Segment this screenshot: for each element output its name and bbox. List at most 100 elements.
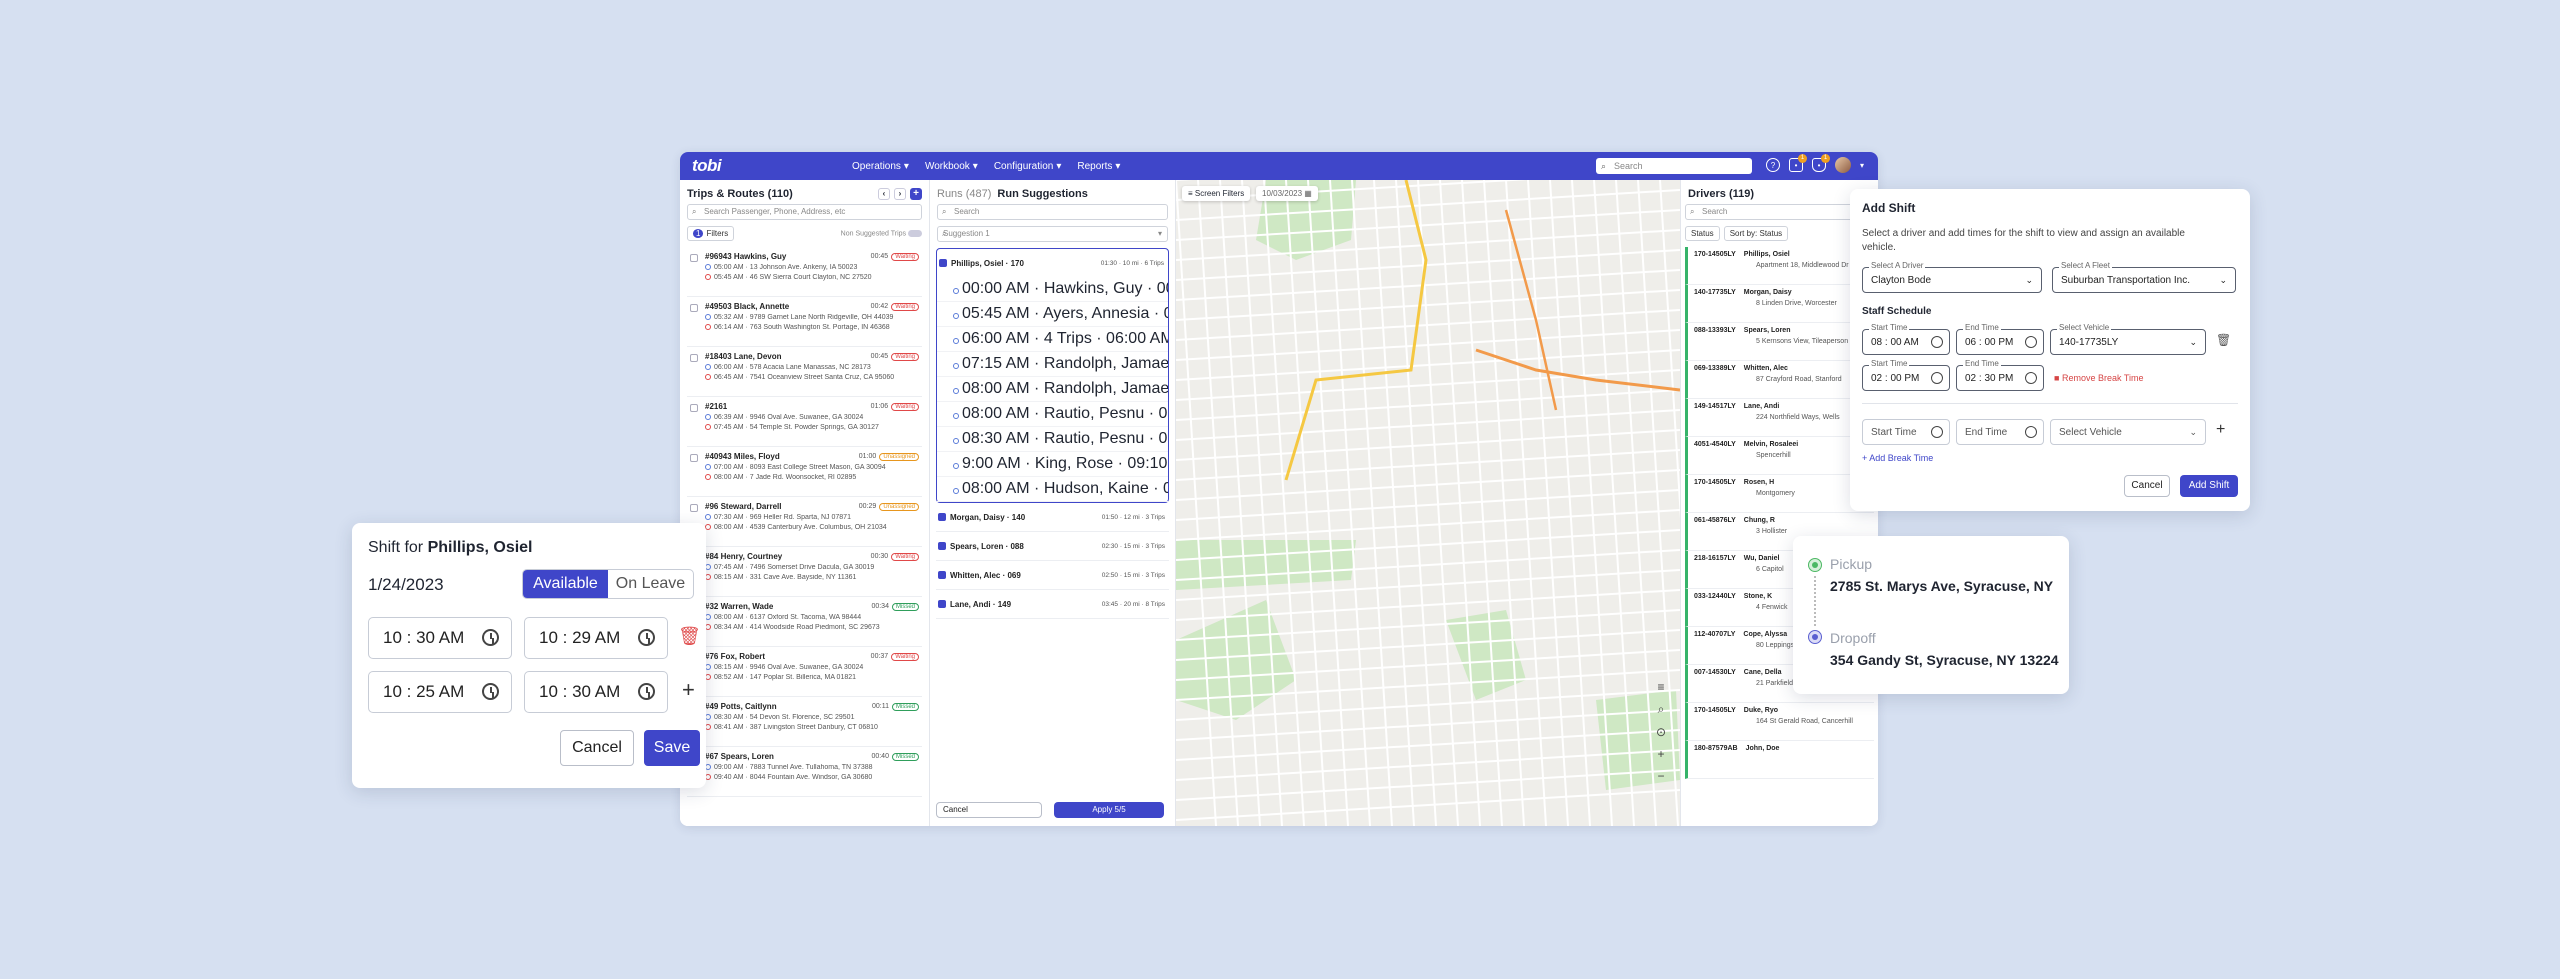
zoom-search-icon[interactable]: ⌕ bbox=[1650, 702, 1672, 717]
add-shift-submit-button[interactable]: Add Shift bbox=[2180, 475, 2238, 497]
shift-cancel-button[interactable]: Cancel bbox=[560, 730, 634, 766]
row3-end-time[interactable]: End Time bbox=[1956, 419, 2044, 445]
apply-button[interactable]: Apply 5/5 bbox=[1054, 802, 1164, 818]
stop-item[interactable]: 08:00 AM · Rautio, Pesnu · 08:05 AM · 40… bbox=[937, 402, 1168, 427]
shift-row1-end[interactable]: 10 : 29 AM bbox=[524, 617, 668, 659]
shift-save-button[interactable]: Save bbox=[644, 730, 700, 766]
bell-icon[interactable]: • 1 bbox=[1812, 154, 1830, 172]
trash-icon[interactable]: 🗑 bbox=[678, 626, 701, 647]
trip-row[interactable]: #84 Henry, Courtney 00:30 Waiting 07:45 AM … bbox=[687, 547, 922, 597]
zoom-out-icon[interactable]: − bbox=[1650, 769, 1672, 783]
help-icon[interactable]: ? bbox=[1766, 158, 1780, 172]
shift-row1-start[interactable]: 10 : 30 AM bbox=[368, 617, 512, 659]
add-shift-cancel-button[interactable]: Cancel bbox=[2124, 475, 2170, 497]
trip-row[interactable]: #96943 Hawkins, Guy 00:45 Waiting 05:00 AM … bbox=[687, 247, 922, 297]
trip-row[interactable]: #2161 01:06 Waiting 06:39 AM · 9946 Oval Av… bbox=[687, 397, 922, 447]
shift-row2-start[interactable]: 10 : 25 AM bbox=[368, 671, 512, 713]
status-filter-button[interactable]: Status bbox=[1685, 226, 1720, 241]
next-arrow-icon[interactable]: › bbox=[894, 188, 906, 200]
map-date-picker[interactable]: 10/03/2023 ▦ bbox=[1256, 186, 1318, 201]
driver-row[interactable]: 069-13389LY Whitten, Alec 87 Crayford Road… bbox=[1685, 361, 1874, 399]
chevron-down-icon[interactable]: ▾ bbox=[1860, 161, 1864, 170]
nav-reports[interactable]: Reports ▾ bbox=[1077, 161, 1120, 172]
driver-row[interactable]: 4051-4540LY Melvin, Rosaleei Spencerhill bbox=[1685, 437, 1874, 475]
trip-row[interactable]: #96 Steward, Darrell 00:29 Unassigned 07:30… bbox=[687, 497, 922, 547]
screen-filters-button[interactable]: ≡ Screen Filters bbox=[1182, 186, 1251, 201]
drivers-search-input[interactable]: Search bbox=[1685, 204, 1874, 220]
prev-arrow-icon[interactable]: ‹ bbox=[878, 188, 890, 200]
stop-item[interactable]: 00:00 AM · Hawkins, Guy · 00:00 AM · 13 … bbox=[937, 277, 1168, 302]
tab-run-suggestions[interactable]: Run Suggestions bbox=[997, 188, 1087, 204]
shift-row2-end[interactable]: 10 : 30 AM bbox=[524, 671, 668, 713]
trip-checkbox[interactable] bbox=[690, 304, 698, 312]
nav-configuration[interactable]: Configuration ▾ bbox=[994, 161, 1062, 172]
nav-operations[interactable]: Operations ▾ bbox=[852, 161, 909, 172]
stop-item[interactable]: 06:00 AM · 4 Trips · 06:00 AM · 7310 Rai… bbox=[937, 327, 1168, 352]
run-item[interactable]: Whitten, Alec · 069 02:50 · 15 mi · 3 Tri… bbox=[936, 561, 1169, 590]
avatar[interactable] bbox=[1835, 157, 1851, 173]
stop-item[interactable]: 07:15 AM · Randolph, Jamae · 07:25 AM · … bbox=[937, 352, 1168, 377]
trip-row[interactable]: #67 Spears, Loren 00:40 Missed 09:00 AM · 7… bbox=[687, 747, 922, 797]
trip-checkbox[interactable] bbox=[690, 254, 698, 262]
row1-start-time[interactable]: Start Time 08 : 00 AM bbox=[1862, 323, 1950, 355]
locate-icon[interactable]: ⊙ bbox=[1650, 725, 1672, 739]
trip-row[interactable]: #49503 Black, Annette 00:42 Waiting 05:32 A… bbox=[687, 297, 922, 347]
message-icon[interactable]: • 1 bbox=[1789, 154, 1807, 172]
global-search-input[interactable]: Search bbox=[1596, 158, 1752, 174]
run-item[interactable]: Spears, Loren · 088 02:30 · 15 mi · 3 Tri… bbox=[936, 532, 1169, 561]
driver-row[interactable]: 140-17735LY Morgan, Daisy 8 Linden Drive, … bbox=[1685, 285, 1874, 323]
tab-runs[interactable]: Runs (487) bbox=[937, 188, 991, 204]
add-row-icon[interactable]: + bbox=[2216, 421, 2225, 439]
trip-checkbox[interactable] bbox=[690, 454, 698, 462]
driver-select[interactable]: Select A Driver Clayton Bode ⌄ bbox=[1862, 261, 2042, 293]
trip-row[interactable]: #49 Potts, Caitlynn 00:11 Missed 08:30 AM ·… bbox=[687, 697, 922, 747]
runs-cancel-button[interactable]: Cancel bbox=[936, 802, 1042, 818]
stop-item[interactable]: 08:00 AM · Randolph, Jamae · 08:10 AM · … bbox=[937, 377, 1168, 402]
remove-break-button[interactable]: ■ Remove Break Time bbox=[2054, 373, 2143, 383]
runs-search-input[interactable]: Search bbox=[937, 204, 1168, 220]
row1-end-time[interactable]: End Time 06 : 00 PM bbox=[1956, 323, 2044, 355]
driver-row[interactable]: 149-14517LY Lane, Andi 224 Northfield Ways… bbox=[1685, 399, 1874, 437]
map-view[interactable]: ≡ Screen Filters 10/03/2023 ▦ ≡ ⌕ ⊙ + − bbox=[1176, 180, 1680, 826]
row1-vehicle-select[interactable]: Select Vehicle 140-17735LY ⌄ bbox=[2050, 323, 2206, 355]
driver-row[interactable]: 180-87579AB John, Doe bbox=[1685, 741, 1874, 779]
trip-row[interactable]: #18403 Lane, Devon 00:45 Waiting 06:00 AM ·… bbox=[687, 347, 922, 397]
add-time-icon[interactable]: + bbox=[682, 677, 695, 703]
available-button[interactable]: Available bbox=[523, 570, 608, 598]
run-item[interactable]: Lane, Andi · 149 03:45 · 20 mi · 8 Trips bbox=[936, 590, 1169, 619]
driver-row[interactable]: 170-14505LY Phillips, Osiel Apartment 18, … bbox=[1685, 247, 1874, 285]
layers-icon[interactable]: ≡ bbox=[1650, 680, 1672, 694]
run-item[interactable]: Morgan, Daisy · 140 01:50 · 12 mi · 3 Tri… bbox=[936, 503, 1169, 532]
trip-checkbox[interactable] bbox=[690, 504, 698, 512]
trip-checkbox[interactable] bbox=[690, 404, 698, 412]
driver-row[interactable]: 170-14505LY Duke, Ryo 164 St Gerald Road, … bbox=[1685, 703, 1874, 741]
zoom-in-icon[interactable]: + bbox=[1650, 747, 1672, 761]
nav-workbook[interactable]: Workbook ▾ bbox=[925, 161, 978, 172]
row3-start-time[interactable]: Start Time bbox=[1862, 419, 1950, 445]
stop-item[interactable]: 08:30 AM · Rautio, Pesnu · 08:40 AM · 2 … bbox=[937, 427, 1168, 452]
trash-icon[interactable]: 🗑 bbox=[2216, 333, 2231, 347]
stop-item[interactable]: 9:00 AM · King, Rose · 09:10 AM · 94 Sou… bbox=[937, 452, 1168, 477]
trips-search-input[interactable]: Search Passenger, Phone, Address, etc bbox=[687, 204, 922, 220]
row3-vehicle-select[interactable]: Select Vehicle ⌄ bbox=[2050, 419, 2206, 445]
trip-row[interactable]: #76 Fox, Robert 00:37 Waiting 08:15 AM · 99… bbox=[687, 647, 922, 697]
suggestion-select[interactable]: Suggestion 1 ▾ bbox=[937, 226, 1168, 242]
trip-checkbox[interactable] bbox=[690, 354, 698, 362]
on-leave-button[interactable]: On Leave bbox=[608, 570, 693, 598]
sort-button[interactable]: Sort by: Status bbox=[1723, 226, 1789, 241]
tobi-logo[interactable]: tobi bbox=[692, 156, 782, 176]
driver-row[interactable]: 170-14505LY Rosen, H Montgomery bbox=[1685, 475, 1874, 513]
driver-row[interactable]: 088-13393LY Spears, Loren 5 Kernsons View,… bbox=[1685, 323, 1874, 361]
filters-button[interactable]: 1 Filters bbox=[687, 226, 735, 241]
stop-item[interactable]: 05:45 AM · Ayers, Annesia · 05:50 AM · 4… bbox=[937, 302, 1168, 327]
row2-end-time[interactable]: End Time 02 : 30 PM bbox=[1956, 359, 2044, 391]
expanded-run[interactable]: Phillips, Osiel · 170 01:30 · 10 mi · 6 T… bbox=[936, 248, 1169, 503]
trip-row[interactable]: #32 Warren, Wade 00:34 Missed 08:00 AM · 61… bbox=[687, 597, 922, 647]
fleet-select[interactable]: Select A Fleet Suburban Transportation In… bbox=[2052, 261, 2236, 293]
trip-row[interactable]: #40943 Miles, Floyd 01:00 Unassigned 07:00 … bbox=[687, 447, 922, 497]
row2-start-time[interactable]: Start Time 02 : 00 PM bbox=[1862, 359, 1950, 391]
non-suggested-toggle[interactable]: Non Suggested Trips bbox=[841, 229, 922, 237]
add-icon[interactable]: + bbox=[910, 188, 922, 200]
stop-item[interactable]: 08:00 AM · Hudson, Kaine · 09:30 AM · 97… bbox=[937, 477, 1168, 502]
add-break-button[interactable]: + Add Break Time bbox=[1862, 453, 1933, 463]
